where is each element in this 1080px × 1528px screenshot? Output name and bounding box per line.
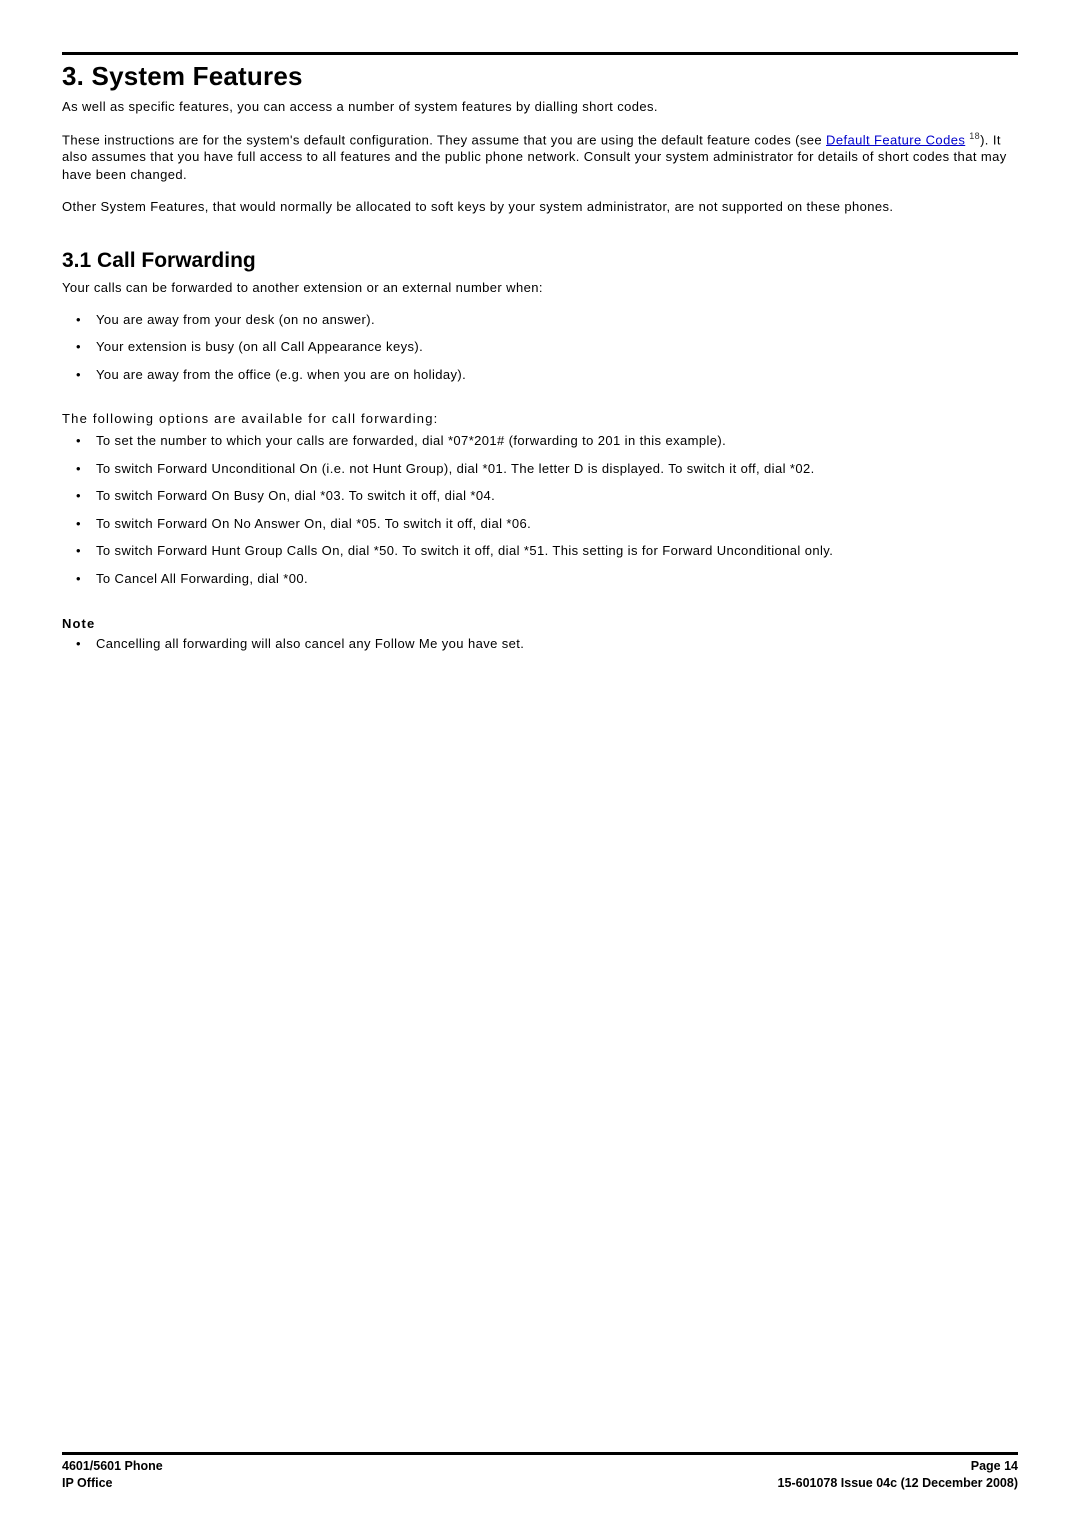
page-ref: 18 [969, 131, 980, 141]
note-list: Cancelling all forwarding will also canc… [62, 635, 1018, 653]
list-item: Cancelling all forwarding will also canc… [62, 635, 1018, 653]
para2-pre: These instructions are for the system's … [62, 132, 826, 147]
when-list: You are away from your desk (on no answe… [62, 311, 1018, 384]
list-item: To switch Forward Hunt Group Calls On, d… [62, 542, 1018, 560]
footer-rule [62, 1452, 1018, 1455]
footer-right-2: 15-601078 Issue 04c (12 December 2008) [778, 1475, 1018, 1492]
footer-left-2: IP Office [62, 1475, 112, 1492]
footer-row-1: 4601/5601 Phone Page 14 [62, 1458, 1018, 1475]
chapter-heading: 3. System Features [62, 61, 1018, 92]
chapter-para3: Other System Features, that would normal… [62, 198, 1018, 216]
section-number: 3.1 [62, 249, 91, 272]
chapter-number: 3. [62, 61, 84, 91]
section-lead: Your calls can be forwarded to another e… [62, 279, 1018, 297]
section-title: Call Forwarding [97, 249, 256, 272]
top-rule [62, 52, 1018, 55]
options-list: To set the number to which your calls ar… [62, 432, 1018, 587]
list-item: Your extension is busy (on all Call Appe… [62, 338, 1018, 356]
footer-row-2: IP Office 15-601078 Issue 04c (12 Decemb… [62, 1475, 1018, 1492]
chapter-intro: As well as specific features, you can ac… [62, 98, 1018, 116]
list-item: To set the number to which your calls ar… [62, 432, 1018, 450]
options-heading: The following options are available for … [62, 411, 1018, 426]
page-footer: 4601/5601 Phone Page 14 IP Office 15-601… [62, 1452, 1018, 1492]
note-heading: Note [62, 616, 1018, 631]
chapter-para2: These instructions are for the system's … [62, 130, 1018, 184]
list-item: You are away from the office (e.g. when … [62, 366, 1018, 384]
list-item: To Cancel All Forwarding, dial *00. [62, 570, 1018, 588]
list-item: You are away from your desk (on no answe… [62, 311, 1018, 329]
list-item: To switch Forward Unconditional On (i.e.… [62, 460, 1018, 478]
chapter-title: System Features [92, 61, 303, 91]
section-heading: 3.1 Call Forwarding [62, 249, 1018, 273]
list-item: To switch Forward On Busy On, dial *03. … [62, 487, 1018, 505]
list-item: To switch Forward On No Answer On, dial … [62, 515, 1018, 533]
footer-right-1: Page 14 [971, 1458, 1018, 1475]
default-feature-codes-link[interactable]: Default Feature Codes [826, 132, 965, 147]
footer-left-1: 4601/5601 Phone [62, 1458, 163, 1475]
